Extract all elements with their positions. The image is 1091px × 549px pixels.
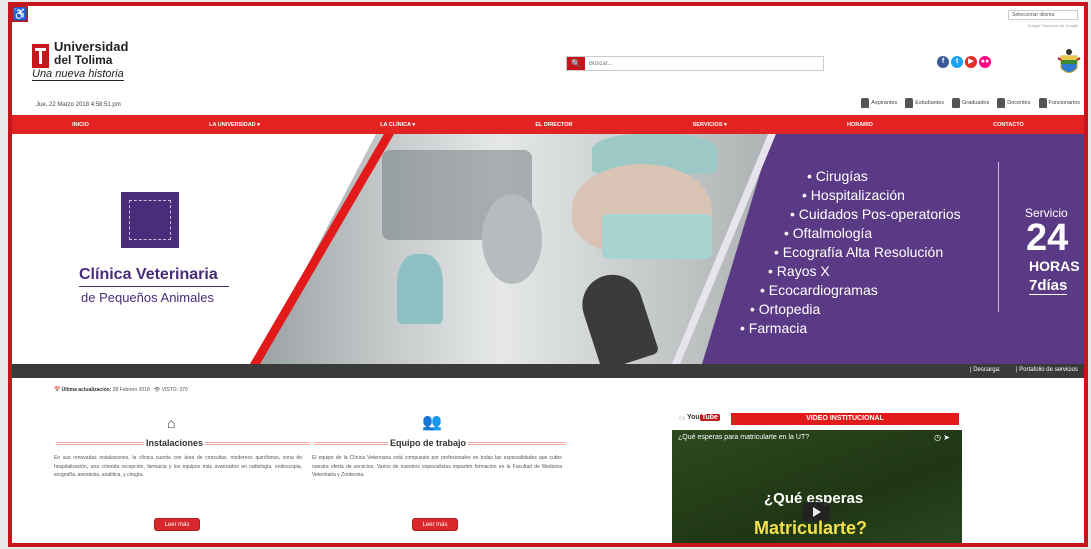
- photo-person-bg: [482, 194, 542, 284]
- clinic-logo-emblem: [129, 200, 171, 240]
- accessibility-icon[interactable]: ♿: [12, 6, 28, 22]
- nav-contacto[interactable]: CONTACTO: [993, 122, 1024, 128]
- nav-la-universidad[interactable]: LA UNIVERSIDAD ▾: [209, 122, 260, 128]
- flickr-icon[interactable]: ●●: [979, 56, 991, 68]
- equipo-text: El equipo de la Clínica Veterinaria está…: [312, 455, 562, 478]
- youtube-logo: You Tube: [687, 414, 720, 421]
- video-overlay-line2: Matricularte?: [754, 518, 868, 538]
- download-strip: | Descarga: | Portafolio de servicios: [12, 364, 1084, 378]
- role-aspirantes[interactable]: Aspirantes: [861, 98, 897, 108]
- docentes-icon: [997, 98, 1006, 108]
- hero-banner[interactable]: • Cirugías • Hospitalización • Cuidados …: [12, 134, 1084, 364]
- service-item: • Ortopedia: [750, 301, 821, 317]
- video-title[interactable]: ¿Qué esperas para matricularte en la UT?: [678, 434, 809, 441]
- role-graduados[interactable]: Graduados: [952, 98, 989, 108]
- role-estudiantes[interactable]: Estudiantes: [905, 98, 944, 108]
- clinic-subtitle: de Pequeños Animales: [81, 290, 214, 305]
- users-icon: 👥: [422, 414, 442, 431]
- instalaciones-text: En sus renovadas instalaciones, la clíni…: [54, 455, 302, 478]
- twitter-icon[interactable]: t: [951, 56, 963, 68]
- aspirantes-icon: [861, 98, 870, 108]
- nav-servicios[interactable]: SERVICIOS ▾: [693, 122, 727, 128]
- main-nav: INICIO LA UNIVERSIDAD ▾ LA CLÍNICA ▾ EL …: [12, 115, 1084, 134]
- estudiantes-icon: [905, 98, 914, 108]
- red-diagonal-stripe: [250, 134, 394, 364]
- current-date: Jue, 22 Marzo 2018 4:58:51 pm: [36, 102, 121, 108]
- update-meta: 📅 Última actualización: 28 Febrero 2018 …: [54, 387, 188, 393]
- logo-tagline: Una nueva historia: [32, 68, 124, 81]
- search-icon[interactable]: 🔍: [567, 57, 585, 70]
- social-links: f t ▶ ●●: [937, 56, 991, 68]
- video-player[interactable]: ¿Qué esperas para matricularte en la UT?…: [672, 430, 962, 543]
- equipo-readmore-button[interactable]: Leer más: [412, 518, 458, 531]
- role-label: Docentes: [1007, 100, 1031, 106]
- audience-links: Aspirantes Estudiantes Graduados Docente…: [861, 98, 1080, 108]
- page-frame: ♿ Seleccionar idioma Google Traductor de…: [8, 2, 1088, 547]
- equipo-title: Equipo de trabajo: [388, 438, 469, 448]
- photo-assistant: [397, 254, 443, 324]
- hours-label: HORAS: [1029, 258, 1080, 274]
- role-label: Graduados: [962, 100, 990, 106]
- logo-line1: Universidad: [54, 39, 129, 54]
- nav-la-clinica[interactable]: LA CLÍNICA ▾: [380, 122, 415, 128]
- language-select[interactable]: Seleccionar idioma: [1008, 10, 1078, 20]
- nav-el-director[interactable]: EL DIRECTOR: [535, 122, 572, 128]
- home-icon: ⌂: [167, 415, 176, 431]
- service-item: • Oftalmología: [784, 225, 873, 241]
- funcionarios-icon: [1038, 98, 1047, 108]
- role-docentes[interactable]: Docentes: [997, 98, 1031, 108]
- youtube-you: You: [687, 414, 700, 421]
- views-count: VISTO: 370: [161, 387, 188, 393]
- instalaciones-title: Instalaciones: [144, 438, 206, 448]
- update-label: Última actualización:: [61, 387, 112, 393]
- service-item: • Hospitalización: [802, 187, 905, 203]
- logo-line2: del Tolima: [54, 53, 113, 67]
- clinic-divider: [79, 286, 229, 287]
- service-item: • Farmacia: [740, 320, 808, 336]
- eye-icon: 👁: [153, 387, 161, 393]
- role-label: Aspirantes: [871, 100, 898, 106]
- facebook-icon[interactable]: f: [937, 56, 949, 68]
- role-label: Funcionarios: [1048, 100, 1081, 106]
- service-item: • Ecografía Alta Resolución: [774, 244, 944, 260]
- colombia-crest-icon: [1057, 49, 1081, 73]
- service-item: • Cirugías: [807, 168, 868, 184]
- services-divider: [998, 162, 999, 312]
- days-label: 7días: [1029, 277, 1068, 295]
- clinic-logo-icon: [121, 192, 179, 248]
- search-input[interactable]: [589, 57, 819, 70]
- tv-icon: ▭: [679, 415, 686, 422]
- youtube-icon[interactable]: ▶: [965, 56, 977, 68]
- portafolio-link[interactable]: | Portafolio de servicios: [1016, 367, 1078, 373]
- update-date: 28 Febrero 2018: [112, 387, 150, 393]
- graduados-icon: [952, 98, 961, 108]
- calendar-icon: 📅: [54, 387, 61, 393]
- service-item: • Rayos X: [768, 263, 830, 279]
- hours-number: 24: [1026, 217, 1069, 259]
- role-label: Estudiantes: [915, 100, 945, 106]
- nav-inicio[interactable]: INICIO: [72, 122, 89, 128]
- clinic-name: Clínica Veterinaria: [79, 266, 218, 283]
- google-translate-note: Google Traductor de Google: [1027, 23, 1078, 28]
- role-funcionarios[interactable]: Funcionarios: [1038, 98, 1081, 108]
- descarga-label: | Descarga:: [970, 367, 1001, 373]
- video-header: ▭ You Tube VIDEO INSTITUCIONAL: [679, 413, 959, 425]
- ut-logo-icon: [32, 44, 49, 68]
- search-box: 🔍: [566, 56, 824, 71]
- video-clock-share-icon[interactable]: ◷ ➤: [934, 433, 950, 442]
- service-item: • Cuidados Pos-operatorios: [790, 206, 961, 222]
- service-item: • Ecocardiogramas: [760, 282, 878, 298]
- video-section-title: VIDEO INSTITUCIONAL: [731, 413, 959, 425]
- youtube-tube: Tube: [699, 414, 720, 421]
- instalaciones-readmore-button[interactable]: Leer más: [154, 518, 200, 531]
- nav-horario[interactable]: HORARIO: [847, 122, 873, 128]
